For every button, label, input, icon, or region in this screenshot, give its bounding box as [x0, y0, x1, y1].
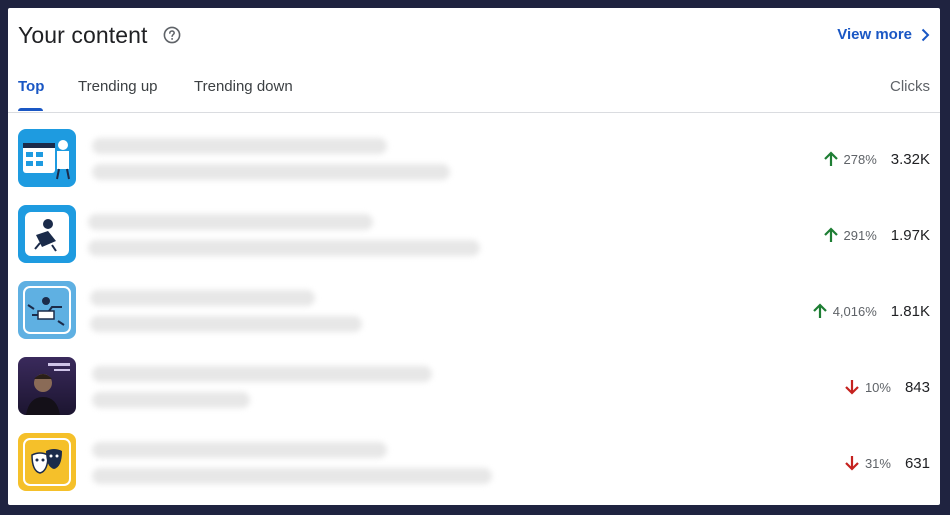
workflow-diagram-illustration-thumbnail	[18, 281, 76, 339]
row-stats: 291% 1.97K	[822, 226, 930, 244]
tab-top[interactable]: Top	[18, 78, 44, 95]
list-item[interactable]: 291% 1.97K	[8, 188, 940, 264]
list-item[interactable]: 4,016% 1.81K	[8, 264, 940, 340]
view-more-link[interactable]: View more	[837, 26, 930, 43]
clicks-value: 1.97K	[890, 226, 930, 244]
list-item[interactable]: 10% 843	[8, 340, 940, 416]
chevron-right-icon	[921, 28, 930, 41]
theater-masks-thumbnail	[18, 433, 76, 491]
arrow-down-icon	[845, 380, 859, 395]
arrow-down-icon	[845, 456, 859, 471]
arrow-up-icon	[812, 303, 827, 318]
change-percent: 291%	[843, 227, 877, 243]
row-stats: 10% 843	[843, 378, 930, 396]
clicks-value: 631	[904, 454, 930, 472]
row-stats: 278% 3.32K	[822, 150, 930, 168]
clicks-value: 843	[904, 378, 930, 396]
clicks-value: 1.81K	[890, 302, 930, 320]
view-more-label: View more	[837, 26, 912, 43]
web-browser-illustration-thumbnail	[18, 129, 76, 187]
change-percent: 4,016%	[832, 303, 877, 319]
arrow-up-icon	[823, 151, 838, 166]
tab-trending-up[interactable]: Trending up	[78, 78, 158, 95]
list-item[interactable]: 31% 631	[8, 416, 940, 492]
card-title: Your content	[18, 22, 148, 48]
change-percent: 10%	[864, 379, 891, 395]
portrait-photo-thumbnail	[18, 357, 76, 415]
tab-bar: Top Trending up Trending down Clicks	[8, 66, 940, 113]
help-icon[interactable]	[163, 26, 181, 44]
metric-column-label: Clicks	[890, 78, 930, 95]
list-item[interactable]: 278% 3.32K	[8, 112, 940, 188]
tab-trending-down[interactable]: Trending down	[194, 78, 293, 95]
change-percent: 31%	[864, 455, 891, 471]
row-stats: 31% 631	[843, 454, 930, 472]
person-reading-illustration-thumbnail	[18, 205, 76, 263]
arrow-up-icon	[823, 227, 838, 242]
card-header: Your content View more	[8, 8, 940, 66]
clicks-value: 3.32K	[890, 150, 930, 168]
row-stats: 4,016% 1.81K	[811, 302, 930, 320]
content-card: Your content View more Top Trending up T…	[8, 8, 940, 505]
active-tab-indicator	[18, 108, 43, 111]
change-percent: 278%	[843, 151, 877, 167]
